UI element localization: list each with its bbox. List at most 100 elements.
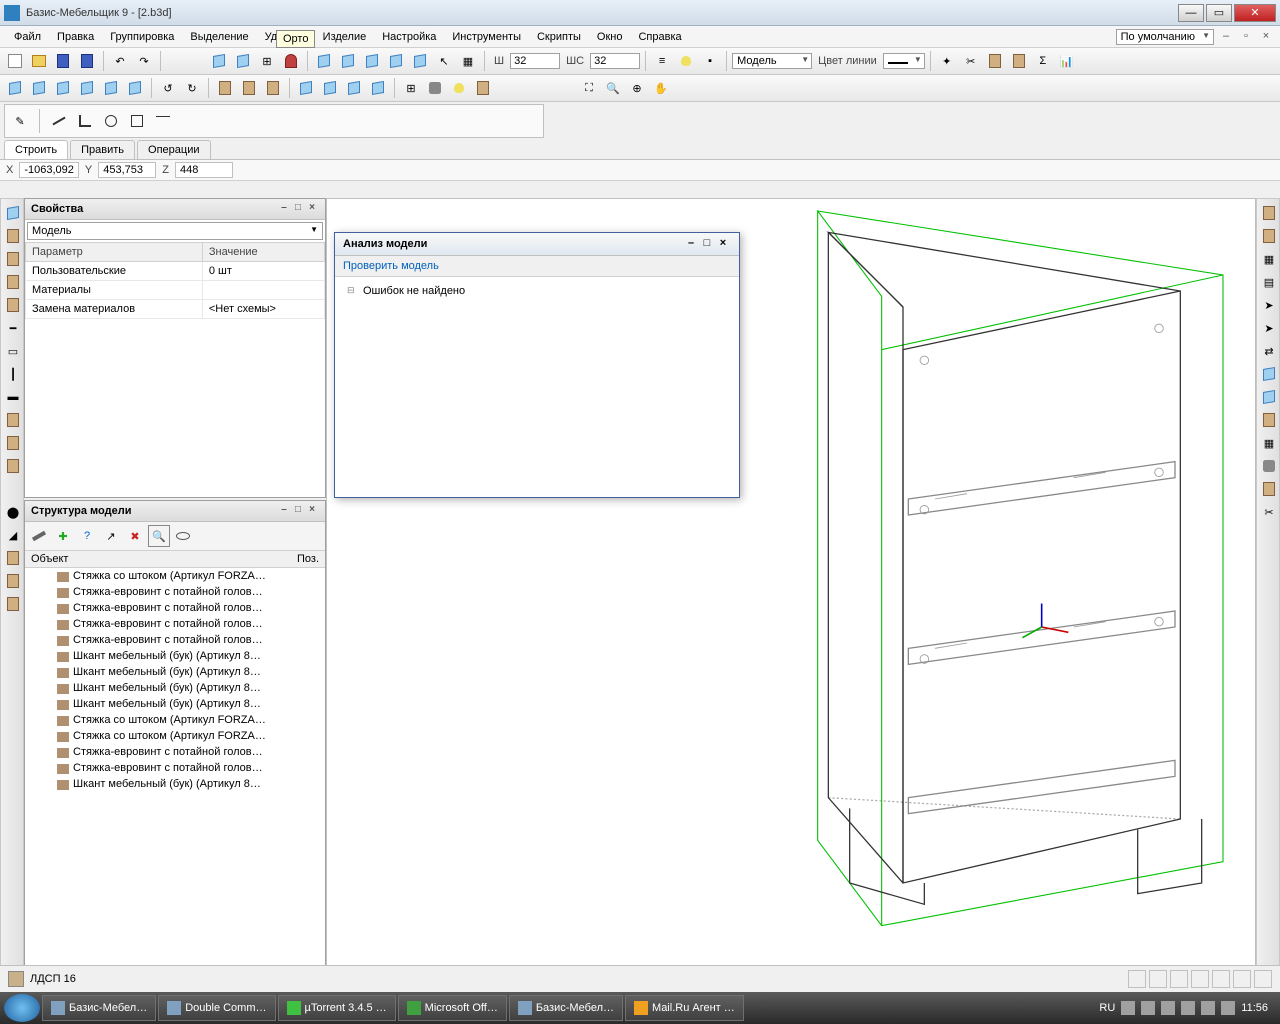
model-combo[interactable]: Модель [732,53,812,69]
shade2-button[interactable] [319,77,341,99]
tray-icon-4[interactable] [1181,1001,1195,1015]
struct-min-button[interactable]: – [277,504,291,518]
menu-settings[interactable]: Настройка [374,29,444,45]
snap2-button[interactable] [232,50,254,72]
tree-item[interactable]: Стяжка-евровинт с потайной голов… [25,744,325,760]
tree-item[interactable]: Стяжка-евровинт с потайной голов… [25,600,325,616]
zoom-win-button[interactable]: 🔍 [602,77,624,99]
save-button[interactable] [52,50,74,72]
lt-btn-14[interactable]: ◢ [3,525,23,545]
lt-btn-3[interactable] [3,249,23,269]
task-item-5[interactable]: Mail.Ru Агент … [625,995,744,1021]
mat2-button[interactable] [238,77,260,99]
lt-btn-6[interactable]: ━ [3,318,23,338]
lt-btn-15[interactable] [3,548,23,568]
rt-btn-5[interactable]: ➤ [1259,295,1279,315]
tree-item[interactable]: Шкант мебельный (бук) (Артикул 8… [25,696,325,712]
task-item-0[interactable]: Базис-Мебел… [42,995,156,1021]
config-combo[interactable]: По умолчанию [1116,29,1214,45]
zoom-fit-button[interactable]: ⛶ [578,77,600,99]
task-item-1[interactable]: Double Comm… [158,995,275,1021]
rt-btn-1[interactable] [1259,203,1279,223]
settings2-button[interactable] [424,77,446,99]
dialog-max-button[interactable]: □ [699,237,715,251]
rt-btn-10[interactable] [1259,410,1279,430]
task-item-4[interactable]: Базис-Мебел… [509,995,623,1021]
tray-icon-3[interactable] [1161,1001,1175,1015]
struct-max-button[interactable]: □ [291,504,305,518]
rt-btn-14[interactable]: ✂ [1259,502,1279,522]
pointer-button[interactable]: ↖ [433,50,455,72]
st-help-button[interactable]: ? [76,525,98,547]
tab-edit[interactable]: Править [70,140,135,159]
props-max-button[interactable]: □ [291,202,305,216]
rt-btn-9[interactable] [1259,387,1279,407]
mat1-button[interactable] [214,77,236,99]
sb-btn-7[interactable] [1254,970,1272,988]
st-find-button[interactable]: 🔍 [148,525,170,547]
polygon-tool[interactable] [126,110,148,132]
tab-build[interactable]: Строить [4,140,68,159]
close-button[interactable]: ✕ [1234,4,1276,22]
menu-file[interactable]: Файл [6,29,49,45]
lt-btn-1[interactable] [3,203,23,223]
struct-close-button[interactable]: × [305,504,319,518]
start-button[interactable] [4,994,40,1022]
proj1-button[interactable] [4,77,26,99]
menu-help[interactable]: Справка [630,29,689,45]
tree-item[interactable]: Шкант мебельный (бук) (Артикул 8… [25,664,325,680]
task-item-2[interactable]: µTorrent 3.4.5 … [278,995,396,1021]
saveall-button[interactable] [76,50,98,72]
proj4-button[interactable] [76,77,98,99]
menu-scripts[interactable]: Скрипты [529,29,589,45]
tree-item[interactable]: Стяжка-евровинт с потайной голов… [25,616,325,632]
snap1-button[interactable] [208,50,230,72]
view3-button[interactable] [361,50,383,72]
st-wrench-button[interactable] [28,525,50,547]
menu-select[interactable]: Выделение [182,29,256,45]
rt-btn-7[interactable]: ⇄ [1259,341,1279,361]
rt-btn-8[interactable] [1259,364,1279,384]
tray-icon-6[interactable] [1221,1001,1235,1015]
rt-btn-13[interactable] [1259,479,1279,499]
proj6-button[interactable] [124,77,146,99]
proj2-button[interactable] [28,77,50,99]
undo-button[interactable]: ↶ [109,50,131,72]
tree-item[interactable]: Стяжка-евровинт с потайной голов… [25,632,325,648]
tree-item[interactable]: Шкант мебельный (бук) (Артикул 8… [25,776,325,792]
st-add-button[interactable]: ✚ [52,525,74,547]
tree-item[interactable]: Стяжка со штоком (Артикул FORZA… [25,568,325,584]
structure-tree[interactable]: Стяжка со штоком (Артикул FORZA… Стяжка-е… [25,568,325,991]
zoom-in-button[interactable]: ⊕ [626,77,648,99]
tree-item[interactable]: Шкант мебельный (бук) (Артикул 8… [25,680,325,696]
pan-button[interactable]: ✋ [650,77,672,99]
magnet-button[interactable] [280,50,302,72]
proj3-button[interactable] [52,77,74,99]
circle-tool[interactable] [100,110,122,132]
redo-button[interactable]: ↷ [133,50,155,72]
mdi-close-button[interactable]: × [1258,30,1274,44]
rt-btn-12[interactable] [1259,456,1279,476]
cut-button[interactable]: ✂ [960,50,982,72]
lt-btn-9[interactable]: ▬ [3,387,23,407]
tray-icon-5[interactable] [1201,1001,1215,1015]
menu-product[interactable]: Изделие [315,29,375,45]
lt-btn-8[interactable]: ┃ [3,364,23,384]
explode-button[interactable]: ✦ [936,50,958,72]
sb-btn-3[interactable] [1170,970,1188,988]
clock[interactable]: 11:56 [1241,1002,1268,1014]
menu-tools[interactable]: Инструменты [444,29,529,45]
light-button[interactable] [675,50,697,72]
struct-col-pos[interactable]: Поз. [297,553,319,565]
width-input[interactable] [510,53,560,69]
ws-input[interactable] [590,53,640,69]
task-item-3[interactable]: Microsoft Off… [398,995,507,1021]
render-button[interactable] [472,77,494,99]
freehand-button[interactable]: ✎ [9,110,31,132]
x-value[interactable]: -1063,092 [19,162,79,178]
menu-group[interactable]: Группировка [102,29,182,45]
lt-btn-17[interactable] [3,594,23,614]
rt-btn-3[interactable]: ▦ [1259,249,1279,269]
angle-tool[interactable] [74,110,96,132]
menu-window[interactable]: Окно [589,29,631,45]
